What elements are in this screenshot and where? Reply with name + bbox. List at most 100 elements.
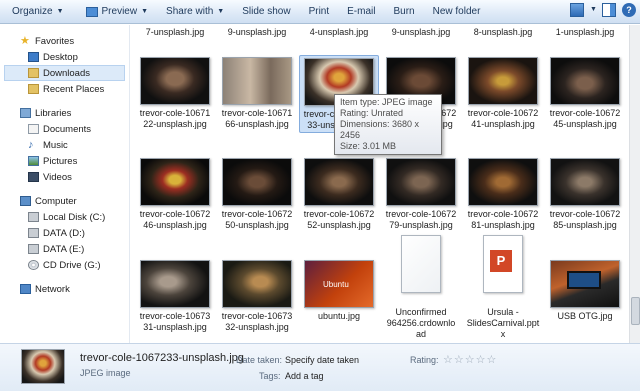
drive-icon (28, 212, 39, 222)
view-options-icon[interactable] (570, 3, 584, 17)
file-item-partial[interactable]: trevor-cole-389948-unsplash.jpg (463, 25, 543, 38)
file-name-line: trevor-cole-10673 (221, 311, 293, 321)
nav-data-e[interactable]: DATA (E:) (0, 241, 129, 257)
file-item[interactable]: trevor-cole-10672 45-unsplash.jpg (545, 57, 625, 130)
image-thumbnail (304, 158, 374, 206)
file-name-line: trevor-cole-10672 (385, 209, 457, 219)
slide-show-button[interactable]: Slide show (236, 2, 296, 22)
music-icon: ♪ (28, 139, 34, 151)
nav-data-d[interactable]: DATA (D:) (0, 225, 129, 241)
burn-button[interactable]: Burn (387, 2, 420, 22)
file-item[interactable]: trevor-cole-10672 50-unsplash.jpg (217, 158, 297, 231)
nav-cd-drive-g[interactable]: CD Drive (G:) (0, 257, 129, 273)
nav-label: DATA (D:) (43, 227, 85, 239)
file-item[interactable]: trevor-cole-10672 81-unsplash.jpg (463, 158, 543, 231)
nav-label: Desktop (43, 51, 78, 63)
file-item[interactable]: trevor-cole-10671 66-unsplash.jpg (217, 57, 297, 130)
date-taken-field[interactable]: Specify date taken (285, 355, 359, 365)
file-name-line: 41-unsplash.jpg (471, 119, 535, 129)
email-button[interactable]: E-mail (341, 2, 381, 22)
print-button[interactable]: Print (303, 2, 336, 22)
nav-favorites[interactable]: ★ Favorites (0, 33, 129, 49)
nav-music[interactable]: ♪ Music (0, 137, 129, 153)
nav-libraries[interactable]: Libraries (0, 105, 129, 121)
vertical-scrollbar[interactable] (629, 25, 640, 343)
file-name-line: 9-unsplash.jpg (227, 27, 287, 37)
file-item-partial[interactable]: trevor-cole-389939-unsplash.jpg (381, 25, 461, 38)
star-icon: ★ (20, 35, 30, 47)
file-name-line: trevor-cole-10672 (303, 209, 375, 219)
share-with-label: Share with (166, 6, 214, 17)
nav-label: Recent Places (43, 83, 105, 95)
drive-icon (28, 244, 39, 254)
powerpoint-p-icon: P (490, 250, 512, 272)
nav-label: CD Drive (G:) (43, 259, 101, 271)
nav-downloads[interactable]: Downloads (4, 65, 125, 81)
file-item-partial[interactable]: trevor-cole-389737-unsplash.jpg (135, 25, 215, 38)
file-item[interactable]: trevor-cole-10672 52-unsplash.jpg (299, 158, 379, 231)
file-item-partial[interactable]: trevor-cole-389744-unsplash.jpg (299, 25, 379, 38)
file-name-line: trevor-cole-10672 (467, 108, 539, 118)
file-name-line: trevor-cole-10672 (221, 209, 293, 219)
file-name-line: 81-unsplash.jpg (471, 220, 535, 230)
nav-label: Network (35, 283, 70, 295)
details-pane: trevor-cole-1067233-unsplash.jpg JPEG im… (0, 343, 640, 391)
date-taken-label: Date taken: (236, 355, 283, 365)
help-icon[interactable]: ? (622, 3, 636, 17)
scrollbar-thumb[interactable] (631, 297, 640, 325)
tooltip-item-type: Item type: JPEG image (340, 97, 433, 107)
file-item[interactable]: trevor-cole-10672 85-unsplash.jpg (545, 158, 625, 231)
tags-field[interactable]: Add a tag (285, 371, 324, 381)
nav-desktop[interactable]: Desktop (0, 49, 129, 65)
file-item[interactable]: Unconfirmed 964256.crdownlo ad (381, 235, 461, 340)
nav-local-disk-c[interactable]: Local Disk (C:) (0, 209, 129, 225)
preview-button[interactable]: Preview ▼ (80, 2, 155, 22)
videos-icon (28, 172, 39, 182)
file-item[interactable]: trevor-cole-10672 41-unsplash.jpg (463, 57, 543, 130)
file-item-partial[interactable]: trevor-cole-389739-unsplash.jpg (217, 25, 297, 38)
chevron-down-icon[interactable]: ▼ (590, 3, 597, 17)
tooltip-dimensions: Dimensions: 3680 x 2456 (340, 119, 420, 140)
image-thumbnail (222, 57, 292, 105)
rating-stars[interactable]: ☆☆☆☆☆ (443, 353, 497, 366)
file-item[interactable]: trevor-cole-10672 79-unsplash.jpg (381, 158, 461, 231)
file-item[interactable]: trevor-cole-10672 46-unsplash.jpg (135, 158, 215, 231)
new-folder-button[interactable]: New folder (427, 2, 487, 22)
tooltip-rating: Rating: Unrated (340, 108, 404, 118)
image-thumbnail: Ubuntu (304, 260, 374, 308)
file-name-line: trevor-cole-10671 (221, 108, 293, 118)
preview-pane-icon[interactable] (602, 3, 616, 17)
file-item-partial[interactable]: trevor-cole-393231-unsplash.jpg (545, 25, 625, 38)
file-item[interactable]: trevor-cole-10671 22-unsplash.jpg (135, 57, 215, 130)
file-name-line: trevor-cole-10672 (467, 209, 539, 219)
file-name-line: trevor-cole-10672 (549, 209, 621, 219)
file-item[interactable]: trevor-cole-10673 32-unsplash.jpg (217, 260, 297, 333)
file-item[interactable]: trevor-cole-10673 31-unsplash.jpg (135, 260, 215, 333)
computer-icon (20, 196, 31, 206)
nav-documents[interactable]: Documents (0, 121, 129, 137)
organize-button[interactable]: Organize ▼ (6, 2, 70, 22)
file-item[interactable]: Ubuntu ubuntu.jpg (299, 260, 379, 322)
file-name-line: 50-unsplash.jpg (225, 220, 289, 230)
nav-videos[interactable]: Videos (0, 169, 129, 185)
nav-recent-places[interactable]: Recent Places (0, 81, 129, 97)
navigation-pane: ★ Favorites Desktop Downloads Recent Pla… (0, 25, 130, 343)
file-item[interactable]: USB OTG.jpg (545, 260, 625, 322)
share-with-button[interactable]: Share with ▼ (160, 2, 230, 22)
file-name-line: USB OTG.jpg (557, 311, 613, 321)
nav-label: Pictures (43, 155, 78, 167)
documents-icon (28, 124, 39, 134)
file-name-line: x (500, 329, 506, 339)
nav-label: Music (43, 139, 68, 151)
command-bar: Organize ▼ Preview ▼ Share with ▼ Slide sho… (0, 0, 640, 24)
tags-label: Tags: (259, 371, 281, 381)
file-item[interactable]: P Ursula - SlidesCarnival.ppt x (463, 235, 543, 340)
image-thumbnail (222, 158, 292, 206)
file-name-line: Unconfirmed (395, 307, 447, 317)
nav-computer[interactable]: Computer (0, 193, 129, 209)
nav-label: Favorites (35, 35, 75, 47)
nav-network[interactable]: Network (0, 281, 129, 297)
image-thumbnail (386, 158, 456, 206)
nav-pictures[interactable]: Pictures (0, 153, 129, 169)
file-name-line: 79-unsplash.jpg (389, 220, 453, 230)
